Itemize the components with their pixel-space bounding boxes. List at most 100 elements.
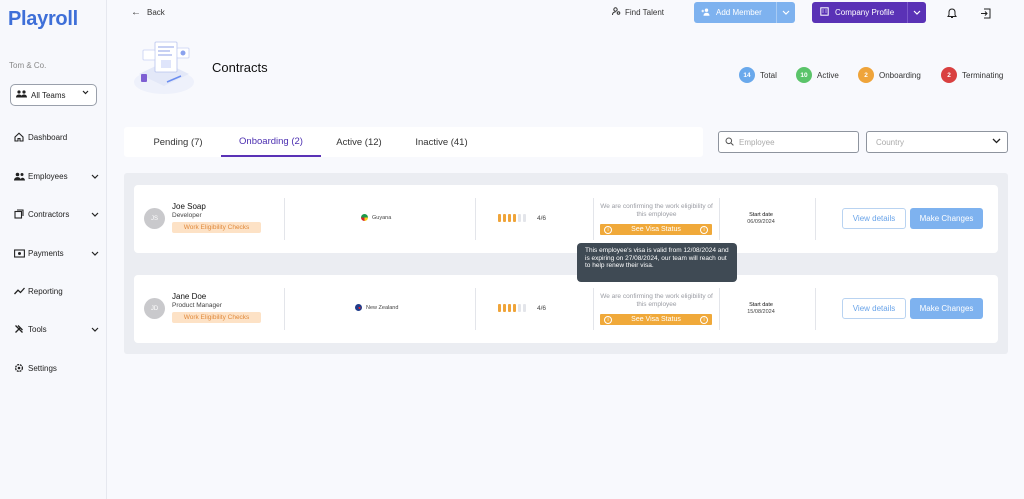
status-badge: Work Eligibility Checks [172, 222, 261, 233]
main-content: ← Back Find Talent Add Member Company Pr… [107, 0, 1024, 499]
chevron-down-icon [91, 325, 99, 334]
eligibility-note: We are confirming the work eligibility o… [600, 203, 713, 218]
team-icon [16, 90, 27, 100]
page-title: Contracts [212, 60, 268, 75]
building-icon [820, 7, 829, 18]
divider [475, 198, 476, 240]
sidebar-item-settings[interactable]: Settings [13, 361, 99, 375]
progress-step [503, 214, 506, 222]
divider [593, 198, 594, 240]
visa-label: See Visa Status [631, 316, 681, 323]
home-icon [13, 131, 25, 143]
stat-label: Onboarding [879, 70, 921, 80]
divider [475, 288, 476, 330]
back-link[interactable]: ← Back [131, 7, 165, 18]
table-row: JS Joe Soap Developer Work Eligibility C… [134, 185, 998, 253]
stat-count: 10 [796, 67, 812, 83]
make-changes-button[interactable]: Make Changes [910, 208, 983, 229]
tab-onboarding[interactable]: Onboarding (2) [221, 127, 321, 157]
bell-icon[interactable] [947, 6, 957, 24]
sidebar-item-label: Reporting [28, 286, 63, 296]
employee-country: Guyana [361, 214, 391, 221]
sidebar-item-label: Employees [28, 171, 68, 181]
logout-icon[interactable] [980, 6, 991, 24]
team-select[interactable]: All Teams [10, 84, 97, 106]
arrow-left-icon: ← [131, 7, 141, 18]
progress-step [503, 304, 506, 312]
sidebar-item-contractors[interactable]: Contractors [13, 207, 99, 221]
stat-terminating: 2 Terminating [941, 67, 1003, 83]
country-select[interactable]: Country [866, 131, 1008, 153]
chevron-down-icon[interactable] [907, 2, 926, 23]
company-profile-label: Company Profile [835, 8, 895, 17]
view-details-button[interactable]: View details [842, 208, 906, 229]
sidebar-item-label: Dashboard [28, 132, 68, 142]
gear-icon [13, 362, 25, 374]
sidebar-item-label: Tools [28, 324, 47, 334]
sidebar-item-tools[interactable]: Tools [13, 322, 99, 336]
tab-inactive[interactable]: Inactive (41) [404, 127, 479, 157]
progress-step [523, 304, 526, 312]
progress-step [523, 214, 526, 222]
sidebar-item-employees[interactable]: Employees [13, 169, 99, 183]
add-member-button[interactable]: Add Member [694, 2, 795, 23]
tab-pending[interactable]: Pending (7) [138, 127, 218, 157]
stat-label: Total [760, 70, 777, 80]
progress-step [518, 214, 521, 222]
divider [719, 288, 720, 330]
divider [284, 288, 285, 330]
new-zealand-flag-icon [355, 304, 362, 311]
view-details-button[interactable]: View details [842, 298, 906, 319]
stat-count: 14 [739, 67, 755, 83]
company-profile-button[interactable]: Company Profile [812, 2, 926, 23]
add-member-label: Add Member [716, 8, 762, 17]
stat-total: 14 Total [739, 67, 777, 83]
sidebar: Playroll Tom & Co. All Teams Dashboard E… [0, 0, 107, 499]
employee-name[interactable]: Jane Doe [172, 292, 206, 301]
chart-icon [13, 285, 25, 297]
visa-label: See Visa Status [631, 226, 681, 233]
users-icon [13, 170, 25, 182]
search-icon [725, 137, 734, 148]
sidebar-item-dashboard[interactable]: Dashboard [13, 130, 99, 144]
chevron-down-icon [82, 90, 89, 97]
topbar: ← Back Find Talent Add Member Company Pr… [107, 0, 1024, 28]
see-visa-status-button[interactable]: i See Visa Status i [600, 224, 712, 235]
progress-step [518, 304, 521, 312]
search-placeholder: Employee [739, 137, 775, 147]
info-icon: i [700, 315, 708, 324]
contract-tabs: Pending (7) Onboarding (2) Active (12) I… [124, 127, 703, 157]
avatar: JD [144, 298, 165, 319]
tab-active[interactable]: Active (12) [324, 127, 394, 157]
find-talent-link[interactable]: Find Talent [612, 7, 664, 18]
employee-name[interactable]: Joe Soap [172, 202, 206, 211]
chevron-down-icon[interactable] [776, 2, 795, 23]
sidebar-item-reporting[interactable]: Reporting [13, 284, 99, 298]
start-date-label: Start date [749, 302, 773, 308]
employee-country: New Zealand [355, 304, 398, 311]
employee-role: Product Manager [172, 302, 222, 309]
info-icon: i [604, 315, 612, 324]
contracts-list: JS Joe Soap Developer Work Eligibility C… [124, 173, 1008, 354]
progress-step [513, 214, 516, 222]
find-talent-icon [612, 7, 621, 18]
sidebar-item-label: Settings [28, 363, 57, 373]
sidebar-item-label: Payments [28, 248, 64, 258]
eligibility-note: We are confirming the work eligibility o… [600, 293, 713, 308]
sidebar-item-payments[interactable]: Payments [13, 246, 99, 260]
divider [815, 198, 816, 240]
stat-label: Active [817, 70, 839, 80]
info-icon: i [604, 225, 612, 234]
find-talent-label: Find Talent [625, 8, 664, 17]
start-date-value: 06/09/2024 [747, 219, 775, 225]
chevron-down-icon [91, 210, 99, 219]
progress-step [513, 304, 516, 312]
see-visa-status-button[interactable]: i See Visa Status i [600, 314, 712, 325]
stat-count: 2 [941, 67, 957, 83]
country-label: New Zealand [366, 304, 399, 311]
app-logo[interactable]: Playroll [8, 8, 78, 31]
visa-status-tooltip: This employee's visa is valid from 12/08… [577, 243, 737, 282]
employee-search-input[interactable]: Employee [718, 131, 859, 153]
make-changes-button[interactable]: Make Changes [910, 298, 983, 319]
progress-label: 4/6 [537, 304, 547, 312]
